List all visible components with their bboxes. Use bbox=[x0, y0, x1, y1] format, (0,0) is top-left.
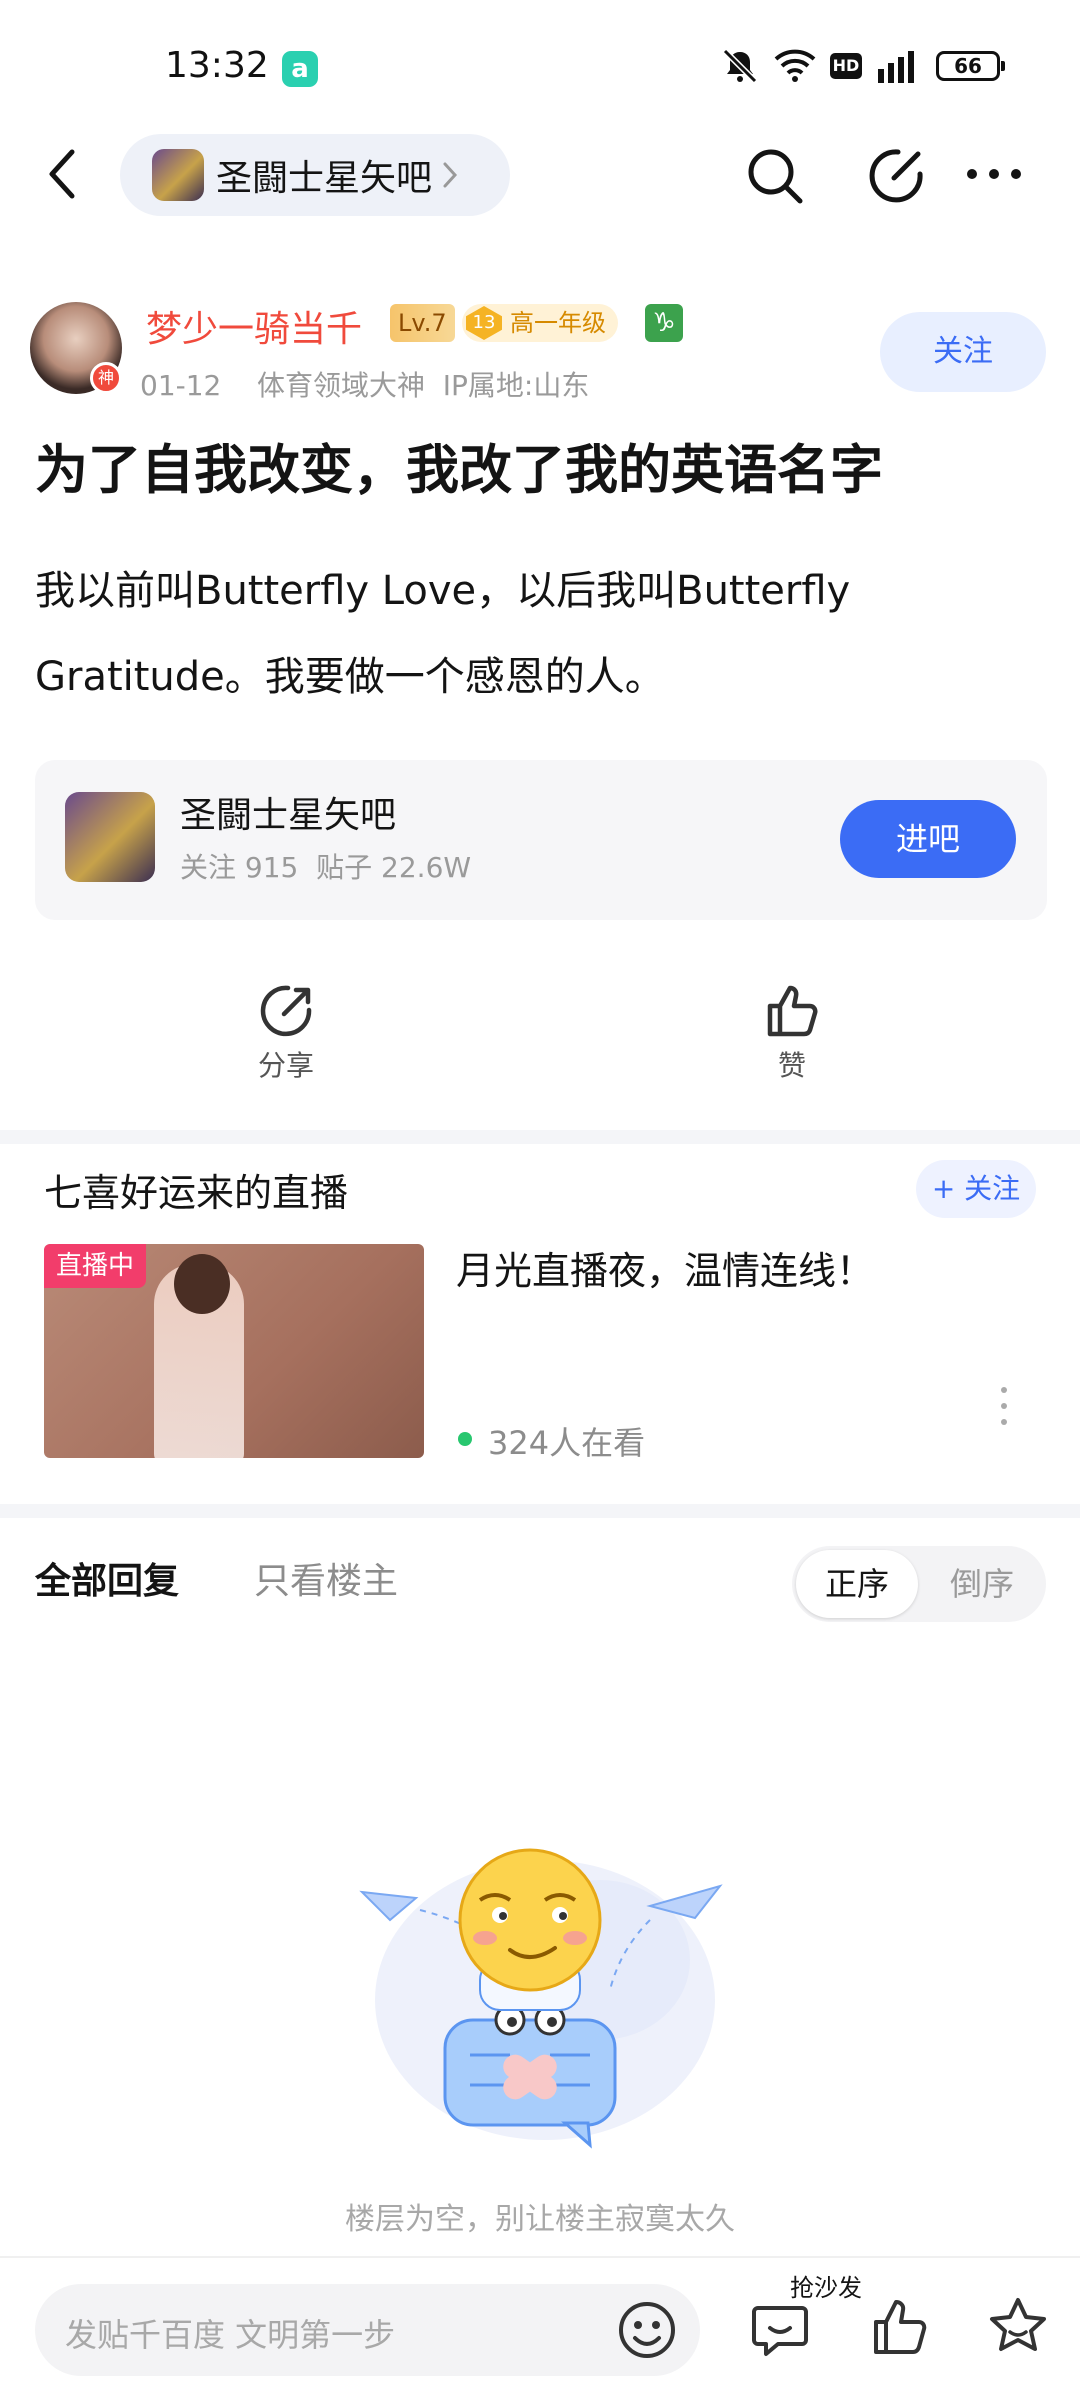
live-thumbnail[interactable]: 直播中 bbox=[44, 1244, 424, 1458]
live-thumb-head bbox=[174, 1254, 230, 1314]
live-section-title: 七喜好运来的直播 bbox=[44, 1171, 349, 1215]
share-label: 分享 bbox=[257, 1049, 314, 1082]
app-notification-icon: a bbox=[282, 51, 318, 87]
grade-label: 高一年级 bbox=[510, 309, 606, 337]
more-vertical-icon[interactable] bbox=[992, 1384, 1016, 1428]
forum-pill[interactable]: 圣闘士星矢吧 bbox=[120, 134, 510, 216]
empty-state-text: 楼层为空，别让楼主寂寞太久 bbox=[345, 2202, 735, 2237]
status-bar: 13:32 a HD 66 bbox=[0, 0, 1080, 130]
forum-card-avatar bbox=[65, 792, 155, 882]
author-name[interactable]: 梦少一骑当千 bbox=[146, 300, 362, 352]
post-title: 为了自我改变，我改了我的英语名字 bbox=[35, 440, 883, 501]
follow-button[interactable]: 关注 bbox=[880, 312, 1046, 392]
viewer-count: 324人在看 bbox=[488, 1424, 646, 1462]
sofa-label: 抢沙发 bbox=[790, 2274, 862, 2302]
reply-input[interactable]: 发贴千百度 文明第一步 bbox=[35, 2284, 700, 2376]
sort-descending-button[interactable]: 倒序 bbox=[922, 1550, 1042, 1618]
level-badge: Lv.7 bbox=[390, 304, 455, 342]
thumbs-up-icon[interactable] bbox=[868, 2294, 932, 2358]
god-badge: 神 bbox=[90, 362, 122, 394]
enter-forum-button[interactable]: 进吧 bbox=[840, 800, 1016, 878]
grade-number: 13 bbox=[466, 306, 502, 340]
sort-ascending-button[interactable]: 正序 bbox=[796, 1550, 918, 1618]
zodiac-icon: ♑ bbox=[645, 304, 683, 342]
chevron-right-icon bbox=[443, 162, 458, 188]
sort-toggle: 正序 倒序 bbox=[792, 1546, 1046, 1622]
more-icon[interactable] bbox=[964, 154, 1024, 194]
share-icon bbox=[260, 985, 312, 1037]
section-divider bbox=[0, 1504, 1080, 1518]
author-meta: 01-12 体育领域大神 IP属地:山东 bbox=[140, 369, 590, 402]
live-stream-title[interactable]: 月光直播夜，温情连线！ bbox=[456, 1240, 874, 1295]
wifi-icon bbox=[774, 49, 816, 82]
tab-all-replies[interactable]: 全部回复 bbox=[35, 1552, 179, 1604]
like-button[interactable]: 赞 bbox=[732, 980, 852, 1084]
forum-pill-name: 圣闘士星矢吧 bbox=[216, 158, 433, 199]
empty-state-illustration bbox=[359, 1848, 723, 2149]
live-indicator-dot bbox=[458, 1432, 472, 1446]
like-label: 赞 bbox=[777, 1049, 806, 1082]
section-divider bbox=[0, 1130, 1080, 1144]
compose-icon[interactable] bbox=[868, 146, 926, 204]
tab-owner-only[interactable]: 只看楼主 bbox=[254, 1552, 398, 1604]
forum-card-stats: 关注 915 贴子 22.6W bbox=[180, 851, 472, 884]
forum-card-name: 圣闘士星矢吧 bbox=[180, 795, 397, 836]
top-nav-bar: 圣闘士星矢吧 bbox=[0, 130, 1080, 220]
forum-card[interactable]: 圣闘士星矢吧 关注 915 贴子 22.6W 进吧 bbox=[35, 760, 1047, 920]
star-favorite-icon[interactable] bbox=[986, 2294, 1050, 2358]
status-time: 13:32 bbox=[165, 45, 269, 86]
battery-icon: 66 bbox=[936, 51, 1005, 81]
live-badge: 直播中 bbox=[44, 1244, 147, 1288]
comment-sofa-icon[interactable] bbox=[748, 2294, 812, 2358]
back-icon[interactable] bbox=[40, 146, 90, 202]
silent-mode-icon bbox=[722, 48, 758, 84]
thumbs-up-icon bbox=[767, 985, 818, 1037]
reply-placeholder: 发贴千百度 文明第一步 bbox=[65, 2316, 396, 2354]
cellular-signal-icon bbox=[878, 51, 914, 83]
live-follow-button[interactable]: + 关注 bbox=[916, 1160, 1036, 1218]
search-icon[interactable] bbox=[745, 146, 805, 206]
hd-voice-icon: HD bbox=[830, 53, 862, 79]
status-icons: HD 66 bbox=[720, 46, 1005, 86]
forum-avatar bbox=[152, 149, 204, 201]
share-button[interactable]: 分享 bbox=[226, 980, 346, 1084]
grade-badge: 13 高一年级 bbox=[462, 304, 618, 342]
emoji-icon[interactable] bbox=[615, 2298, 679, 2362]
post-body: 我以前叫Butterfly Love，以后我叫Butterfly Gratitu… bbox=[35, 568, 851, 700]
bottom-bar: 发贴千百度 文明第一步 抢沙发 bbox=[0, 2256, 1080, 2400]
